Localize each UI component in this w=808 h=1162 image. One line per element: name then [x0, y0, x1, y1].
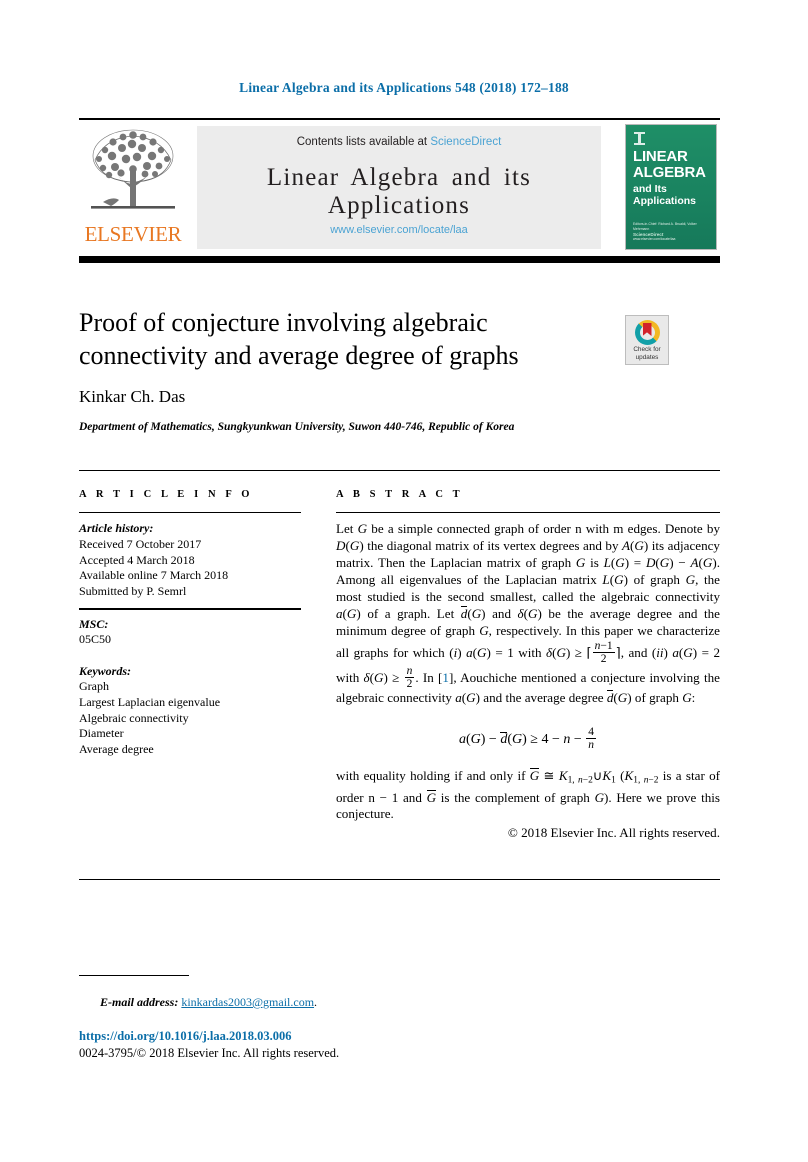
masthead-grey-panel: Contents lists available at ScienceDirec…: [197, 126, 601, 249]
cover-footer: Editors-in-Chief: Richard A. Brualdi, Vo…: [633, 222, 707, 242]
crossmark-badge[interactable]: Check for updates: [625, 315, 669, 365]
history-item-available-online: Available online 7 March 2018: [79, 568, 229, 583]
masthead-top-rule: [79, 118, 720, 120]
crossmark-label-line2: updates: [635, 353, 659, 361]
running-head: Linear Algebra and its Applications 548 …: [239, 80, 569, 95]
journal-title: Linear Algebra and its Applications: [266, 164, 532, 219]
abs-u3: is the complement of graph: [436, 789, 595, 805]
history-item-received: Received 7 October 2017: [79, 536, 202, 551]
doi-link[interactable]: https://doi.org/10.1016/j.laa.2018.03.00…: [79, 1029, 292, 1044]
abstract-paragraph-1: Let G be a simple connected graph of ord…: [336, 521, 721, 705]
sciencedirect-link[interactable]: ScienceDirect: [430, 136, 501, 148]
keyword-item: Largest Laplacian eigenvalue: [79, 694, 221, 709]
issn-copyright-line: 0024-3795/© 2018 Elsevier Inc. All right…: [79, 1046, 340, 1060]
abstract-bottom-rule: [79, 879, 720, 881]
abs-t13: with: [513, 644, 547, 660]
abs-t19: of graph: [631, 689, 683, 705]
abs-t10: and: [485, 605, 518, 621]
page-title: Proof of conjecture involving algebraic …: [79, 308, 519, 370]
keywords-label: Keywords:: [79, 663, 131, 678]
corresponding-email-line: E-mail address: kinkardas2003@gmail.com.: [100, 995, 317, 1010]
elsevier-logo: ELSEVIER: [81, 126, 185, 250]
email-link[interactable]: kinkardas2003@gmail.com: [181, 995, 314, 1009]
author-name: Kinkar Ch. Das: [79, 387, 186, 406]
abstract-display-equation: a(G) − d(G) ≥ 4 − n − 4n: [458, 725, 597, 751]
abs-t16: . In: [415, 669, 439, 685]
article-history-block: Article history: Received 7 October 2017…: [79, 521, 301, 599]
msc-label: MSC:: [79, 616, 109, 631]
abstract-rule: [336, 512, 720, 514]
journal-cover-thumbnail[interactable]: LINEAR ALGEBRA and Its Applications Edit…: [625, 124, 717, 250]
article-history-label: Article history:: [79, 521, 154, 536]
article-info-rule-2: [79, 608, 301, 610]
abs-u1: with equality holding if and only if: [336, 768, 530, 784]
journal-url-link[interactable]: www.elsevier.com/locate/laa: [197, 224, 601, 236]
abs-t1: Let: [336, 521, 358, 537]
abs-t5: is: [585, 555, 604, 571]
keyword-item: Average degree: [79, 741, 154, 756]
abs-t20: :: [691, 689, 696, 705]
abs-t15: with: [336, 669, 364, 685]
article-first-page: Linear Algebra and its Applications 548 …: [0, 0, 808, 1162]
article-info-rule-1: [79, 512, 301, 514]
msc-value: 05C50: [79, 632, 112, 647]
abstract-column: A B S T R A C T Let G be a simple connec…: [336, 489, 720, 841]
abs-t2: be a simple connected graph of order n w…: [367, 521, 720, 537]
keyword-item: Graph: [79, 679, 109, 694]
cover-title-line2: ALGEBRA: [633, 164, 706, 181]
journal-masthead: ELSEVIER Contents lists available at Sci…: [79, 124, 720, 250]
keyword-item: Algebraic connectivity: [79, 710, 189, 725]
keyword-item: Diameter: [79, 726, 124, 741]
abstract-heading: A B S T R A C T: [336, 489, 464, 500]
cover-emblem-icon: [634, 132, 645, 145]
abs-t9: of a graph. Let: [360, 605, 461, 621]
cover-title-line1: LINEAR: [633, 148, 688, 165]
cover-title-line3: and Its Applications: [633, 183, 697, 207]
elsevier-tree-icon: [85, 126, 181, 222]
keywords-block: Keywords: Graph Largest Laplacian eigenv…: [79, 664, 301, 758]
history-item-accepted: Accepted 4 March 2018: [79, 552, 195, 567]
header-bottom-rule: [79, 470, 720, 472]
history-item-submitted-by: Submitted by P. Semrl: [79, 583, 187, 598]
msc-block: MSC: 05C50: [79, 617, 301, 648]
author-affiliation: Department of Mathematics, Sungkyunkwan …: [79, 421, 515, 433]
abstract-reference-link[interactable]: 1: [442, 670, 449, 685]
cover-footer-url: www.elsevier.com/locate/laa: [633, 237, 676, 241]
abs-t7: of graph: [627, 572, 686, 588]
crossmark-bookmark-icon: [642, 323, 652, 336]
footnote-rule: [79, 975, 189, 976]
masthead-thick-rule: [79, 256, 720, 263]
abs-t18: and the average degree: [480, 689, 607, 705]
abstract-paragraph-2: with equality holding if and only if G ≅…: [336, 768, 721, 822]
article-info-heading: A R T I C L E I N F O: [79, 489, 254, 500]
elsevier-wordmark: ELSEVIER: [84, 222, 182, 246]
email-label: E-mail address:: [100, 995, 179, 1009]
abs-t14: , and: [620, 644, 652, 660]
abstract-copyright: © 2018 Elsevier Inc. All rights reserved…: [507, 825, 720, 841]
contents-prefix: Contents lists available at: [296, 136, 431, 148]
article-info-column: A R T I C L E I N F O Article history: R…: [79, 489, 301, 757]
contents-available-line: Contents lists available at ScienceDirec…: [197, 136, 601, 148]
crossmark-label-line1: Check for: [633, 346, 661, 353]
cover-footer-editors: Editors-in-Chief: Richard A. Brualdi, Vo…: [633, 222, 697, 231]
abs-t3: the diagonal matrix of its vertex degree…: [363, 538, 623, 554]
email-period: .: [314, 995, 318, 1009]
crossmark-ring-icon: [634, 320, 660, 345]
